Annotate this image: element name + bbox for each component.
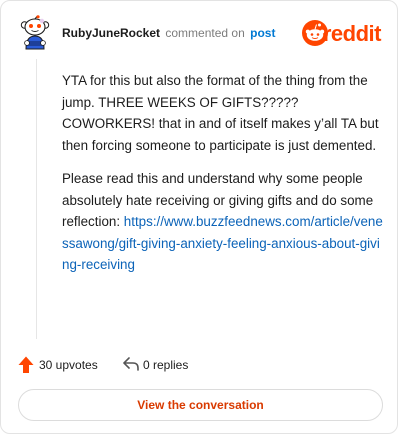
upvote-button[interactable]: 30 upvotes xyxy=(18,354,108,376)
upvote-arrow-icon xyxy=(18,356,34,373)
thread-line xyxy=(36,59,37,339)
reply-count: 0 replies xyxy=(143,358,189,372)
comment-body: YTA for this but also the format of the … xyxy=(62,70,384,288)
avatar[interactable] xyxy=(17,15,53,51)
comment-paragraph-1: YTA for this but also the format of the … xyxy=(62,73,379,153)
comment-meta: RubyJuneRocket commented on post xyxy=(62,26,275,40)
reply-arrow-icon xyxy=(123,357,139,371)
view-conversation-button[interactable]: View the conversation xyxy=(18,389,383,421)
comment-header: RubyJuneRocket commented on post reddit xyxy=(17,15,382,55)
comment-embed-card: RubyJuneRocket commented on post reddit … xyxy=(0,0,398,434)
action-text: commented on xyxy=(165,26,245,40)
post-link[interactable]: post xyxy=(250,26,275,40)
upvote-count: 30 upvotes xyxy=(39,358,98,372)
username-link[interactable]: RubyJuneRocket xyxy=(62,26,160,40)
reply-button[interactable]: 0 replies xyxy=(122,354,202,376)
reddit-logo[interactable]: reddit xyxy=(302,19,382,47)
snoo-avatar-icon xyxy=(20,15,50,50)
comment-paragraph-2: Please read this and understand why some… xyxy=(62,168,384,276)
reddit-wordmark: reddit xyxy=(322,21,382,46)
